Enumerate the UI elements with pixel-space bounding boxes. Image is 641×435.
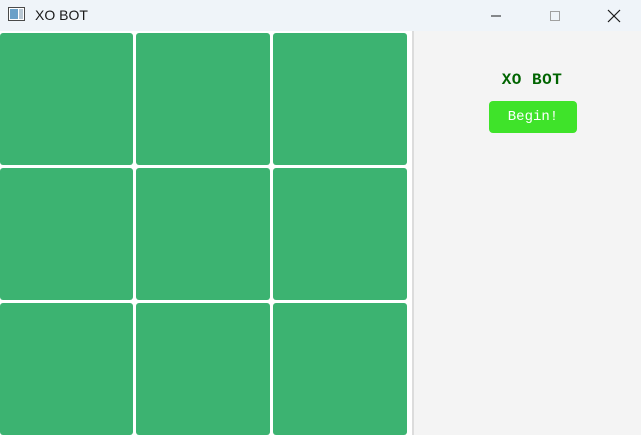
board-cell-7[interactable]: [0, 303, 133, 435]
content-area: XO BOT Begin!: [0, 31, 641, 435]
board-cell-1[interactable]: [0, 33, 133, 165]
app-window: XO BOT XO BOT Begin!: [0, 0, 641, 435]
close-icon: [607, 9, 621, 22]
board-cell-2[interactable]: [136, 33, 270, 165]
board-cell-3[interactable]: [273, 33, 407, 165]
side-panel-title: XO BOT: [501, 71, 563, 89]
window-app-icon: [8, 7, 25, 21]
minimize-button[interactable]: [473, 0, 519, 31]
window-title: XO BOT: [35, 7, 88, 23]
maximize-icon: [550, 10, 560, 21]
board-cell-4[interactable]: [0, 168, 133, 300]
side-panel: XO BOT Begin!: [414, 31, 641, 435]
begin-button[interactable]: Begin!: [489, 101, 577, 133]
title-bar: XO BOT: [0, 0, 641, 31]
board-cell-5[interactable]: [136, 168, 270, 300]
close-button[interactable]: [591, 0, 637, 31]
board-cell-6[interactable]: [273, 168, 407, 300]
board-cell-9[interactable]: [273, 303, 407, 435]
game-board: [0, 33, 410, 435]
minimize-icon: [491, 15, 501, 16]
board-cell-8[interactable]: [136, 303, 270, 435]
maximize-button[interactable]: [532, 0, 578, 31]
